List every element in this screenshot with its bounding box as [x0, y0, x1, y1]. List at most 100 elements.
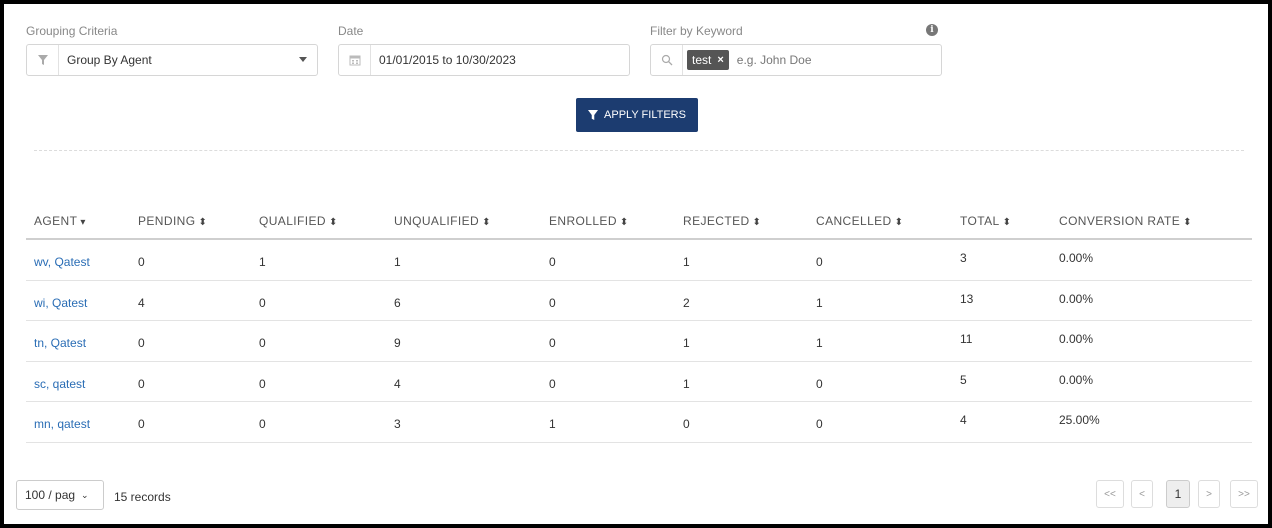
cell-total: 3 — [960, 251, 967, 265]
col-unqualified[interactable]: UNQUALIFIED ⬍ — [394, 214, 491, 228]
cell-qualified: 0 — [259, 295, 266, 310]
col-cancelled[interactable]: CANCELLED ⬍ — [816, 214, 903, 228]
keyword-field[interactable]: test × — [650, 44, 942, 76]
filter-icon — [27, 45, 59, 75]
cell-rejected: 1 — [683, 336, 690, 350]
cell-conversion-rate: 0.00% — [1059, 372, 1094, 387]
sort-icon: ⬍ — [1183, 217, 1192, 228]
cell-total: 11 — [960, 332, 973, 346]
table-row: tn, Qatest 0 0 9 0 1 1 11 0.00% — [26, 321, 1252, 362]
keyword-label: Filter by Keyword — [650, 24, 743, 38]
cell-total: 4 — [960, 413, 967, 427]
col-conversion-rate[interactable]: CONVERSION RATE ⬍ — [1059, 214, 1192, 228]
agent-link[interactable]: wi, Qatest — [34, 296, 87, 310]
col-enrolled[interactable]: ENROLLED ⬍ — [549, 214, 629, 228]
cell-pending: 0 — [138, 255, 145, 269]
cell-qualified: 0 — [259, 376, 266, 391]
cell-enrolled: 0 — [549, 295, 556, 310]
cell-enrolled: 0 — [549, 255, 556, 269]
cell-unqualified: 9 — [394, 336, 401, 350]
table-row: wi, Qatest 4 0 6 0 2 1 13 0.00% — [26, 281, 1252, 321]
cell-rejected: 0 — [683, 417, 690, 431]
col-rejected[interactable]: REJECTED ⬍ — [683, 214, 761, 228]
col-qualified[interactable]: QUALIFIED ⬍ — [259, 214, 338, 228]
cell-unqualified: 1 — [394, 255, 401, 269]
cell-cancelled: 0 — [816, 417, 823, 431]
record-count: 15 records — [114, 490, 171, 504]
chevron-down-icon: ⌄ — [81, 489, 89, 500]
search-icon — [651, 45, 683, 75]
cell-conversion-rate: 0.00% — [1059, 332, 1094, 346]
sort-icon: ⬍ — [894, 217, 904, 228]
cell-unqualified: 3 — [394, 417, 401, 431]
table-header: AGENT ▾ PENDING ⬍ QUALIFIED ⬍ UNQUALIFIED ⬍ … — [26, 204, 1252, 240]
grouping-value: Group By Agent — [67, 53, 152, 67]
keyword-tag: test × — [687, 50, 729, 70]
cell-conversion-rate: 0.00% — [1059, 251, 1094, 265]
prev-page-button[interactable]: < — [1131, 480, 1153, 508]
apply-filters-button[interactable]: APPLY FILTERS — [576, 98, 698, 132]
page-1-button[interactable]: 1 — [1166, 480, 1190, 508]
info-icon[interactable]: i — [926, 24, 938, 36]
divider — [34, 150, 1244, 151]
sort-icon: ⬍ — [198, 217, 208, 228]
close-icon[interactable]: × — [717, 54, 723, 66]
sort-desc-icon: ▾ — [80, 217, 86, 228]
keyword-input[interactable] — [736, 53, 917, 67]
sort-icon: ⬍ — [619, 217, 629, 228]
cell-pending: 4 — [138, 295, 145, 310]
sort-icon: ⬍ — [1002, 217, 1012, 228]
sort-icon: ⬍ — [752, 217, 762, 228]
cell-cancelled: 1 — [816, 295, 823, 310]
cell-cancelled: 1 — [816, 336, 823, 350]
sort-icon: ⬍ — [328, 217, 338, 228]
cell-qualified: 0 — [259, 336, 266, 350]
cell-conversion-rate: 0.00% — [1059, 291, 1094, 306]
cell-total: 5 — [960, 372, 967, 387]
last-page-button[interactable]: >> — [1230, 480, 1258, 508]
grouping-select[interactable]: Group By Agent — [26, 44, 318, 76]
next-page-button[interactable]: > — [1198, 480, 1220, 508]
col-total[interactable]: TOTAL ⬍ — [960, 214, 1011, 228]
cell-total: 13 — [960, 291, 974, 306]
report-panel: Grouping Criteria Group By Agent Date 01… — [4, 4, 1268, 524]
page-size-value: 100 / pag — [25, 488, 76, 502]
cell-cancelled: 0 — [816, 255, 823, 269]
keyword-tag-text: test — [692, 53, 712, 67]
cell-pending: 0 — [138, 376, 145, 391]
agent-link[interactable]: tn, Qatest — [34, 336, 86, 350]
table-row: sc, qatest 0 0 4 0 1 0 5 0.00% — [26, 362, 1252, 402]
cell-conversion-rate: 25.00% — [1059, 413, 1100, 427]
cell-rejected: 1 — [683, 255, 690, 269]
date-value: 01/01/2015 to 10/30/2023 — [379, 53, 516, 67]
cell-pending: 0 — [138, 417, 145, 431]
calendar-icon — [339, 45, 371, 75]
agent-link[interactable]: sc, qatest — [34, 377, 85, 391]
report-table: AGENT ▾ PENDING ⬍ QUALIFIED ⬍ UNQUALIFIED ⬍ … — [26, 204, 1252, 443]
chevron-down-icon — [299, 57, 307, 62]
cell-pending: 0 — [138, 336, 145, 350]
first-page-button[interactable]: << — [1096, 480, 1124, 508]
sort-icon: ⬍ — [482, 217, 491, 228]
agent-link[interactable]: mn, qatest — [34, 417, 90, 431]
cell-qualified: 1 — [259, 255, 266, 269]
cell-cancelled: 0 — [816, 376, 823, 391]
cell-enrolled: 0 — [549, 376, 556, 391]
grouping-label: Grouping Criteria — [26, 24, 118, 38]
page-size-select[interactable]: 100 / pag ⌄ — [16, 480, 104, 510]
agent-link[interactable]: wv, Qatest — [34, 255, 90, 269]
apply-filters-label: APPLY FILTERS — [604, 109, 686, 121]
cell-rejected: 2 — [683, 295, 690, 310]
table-row: mn, qatest 0 0 3 1 0 0 4 25.00% — [26, 402, 1252, 443]
date-label: Date — [338, 24, 364, 38]
cell-enrolled: 0 — [549, 336, 556, 350]
cell-unqualified: 4 — [394, 376, 401, 391]
cell-unqualified: 6 — [394, 295, 401, 310]
table-row: wv, Qatest 0 1 1 0 1 0 3 0.00% — [26, 240, 1252, 281]
date-range-input[interactable]: 01/01/2015 to 10/30/2023 — [338, 44, 630, 76]
cell-rejected: 1 — [683, 376, 690, 391]
filter-icon — [588, 110, 599, 120]
col-pending[interactable]: PENDING ⬍ — [138, 214, 207, 228]
col-agent[interactable]: AGENT ▾ — [34, 214, 86, 228]
cell-enrolled: 1 — [549, 417, 556, 431]
